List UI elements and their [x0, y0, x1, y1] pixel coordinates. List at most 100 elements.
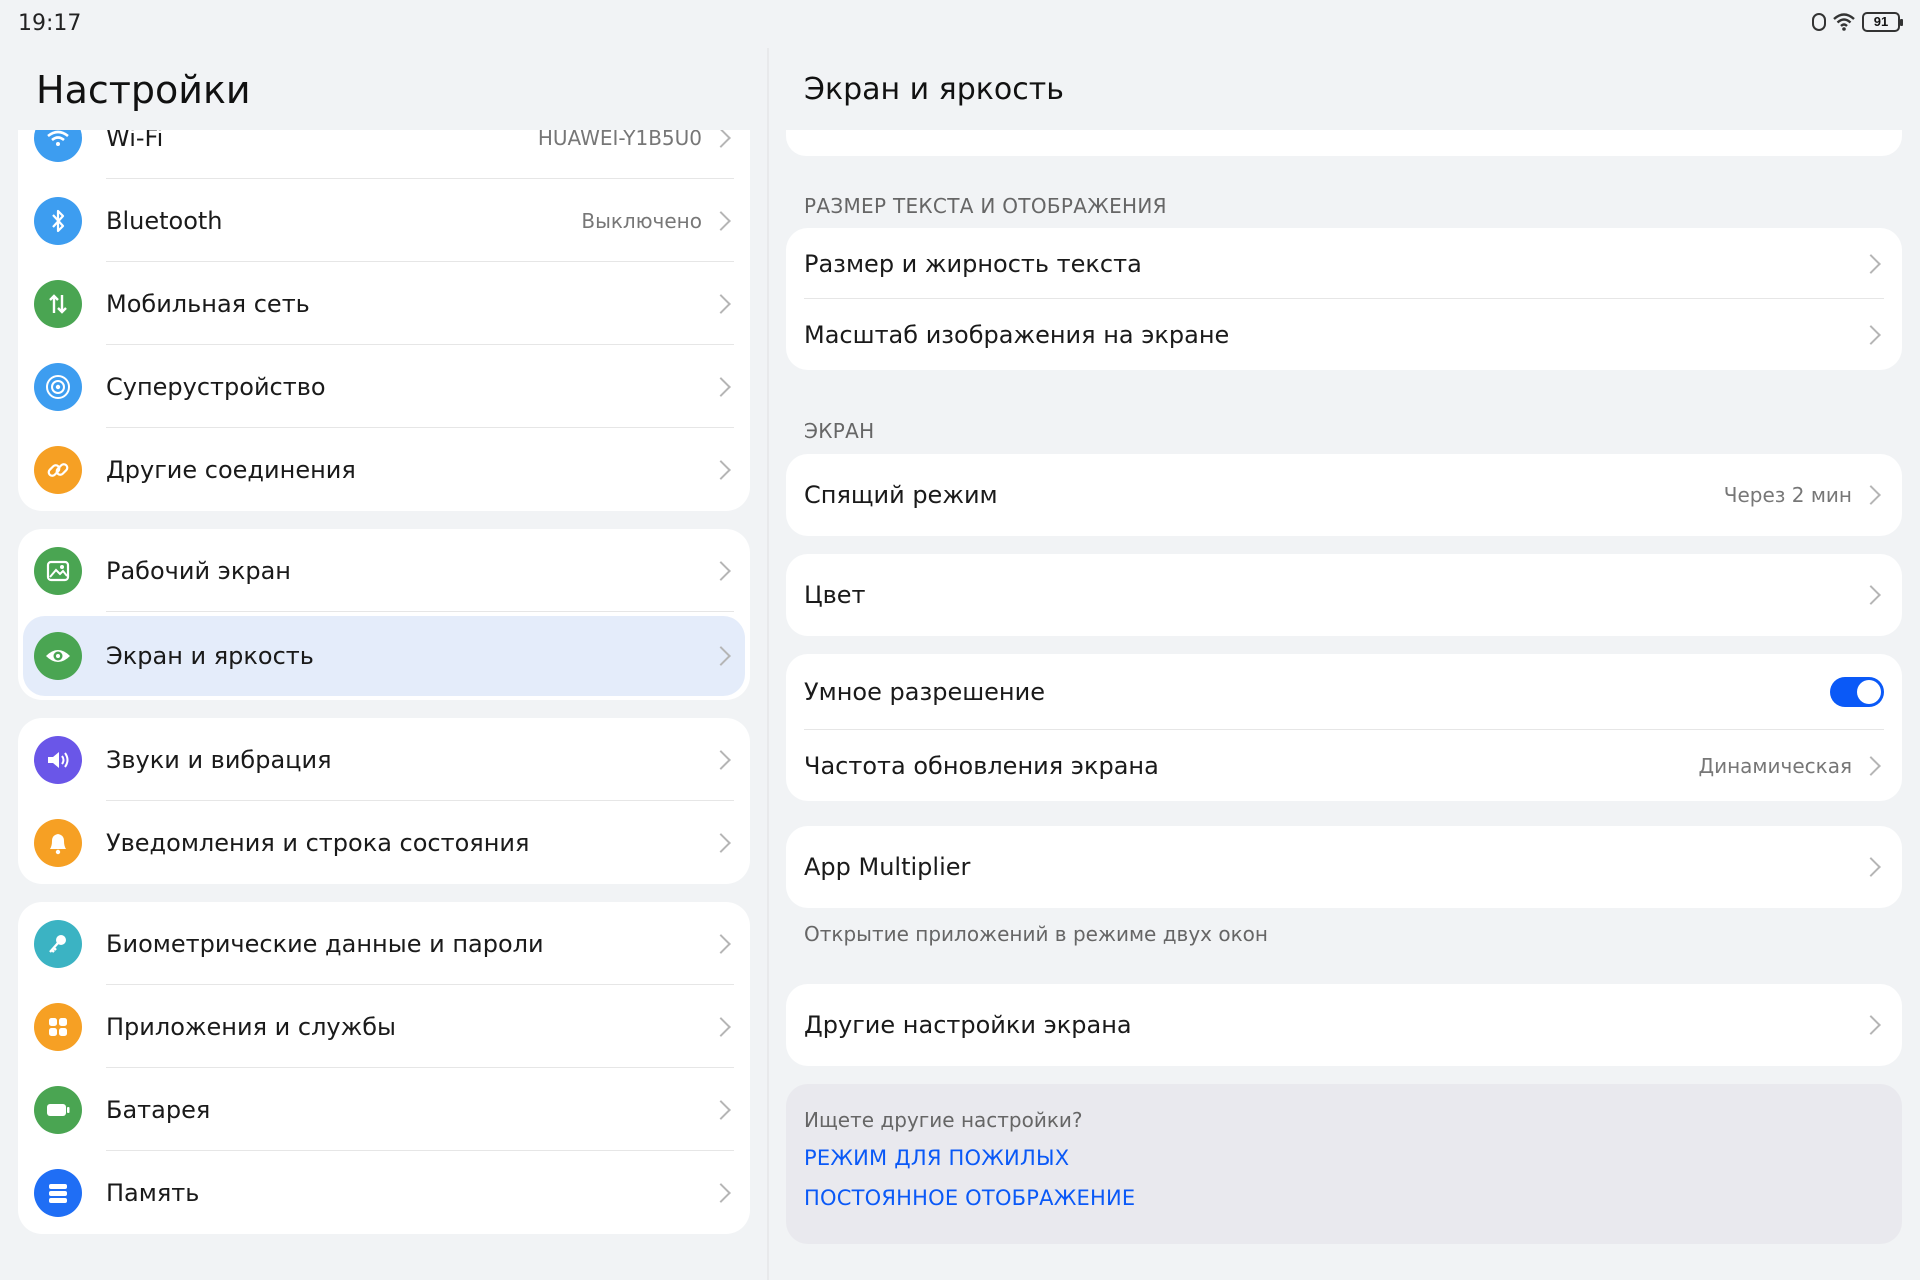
color-label: Цвет	[804, 581, 866, 609]
sidebar-item-label: Bluetooth	[106, 206, 223, 235]
sidebar-item-value: Выключено	[581, 208, 702, 233]
resolution-card: Умное разрешение Частота обновления экра…	[786, 654, 1902, 801]
pane-divider	[767, 48, 769, 1280]
bell-icon	[34, 818, 82, 867]
chevron-right-icon	[1861, 324, 1881, 345]
super-device-icon	[34, 362, 82, 411]
color-card: Цвет	[786, 554, 1902, 636]
smart-resolution-toggle[interactable]	[1830, 677, 1884, 707]
sidebar-item-wifi[interactable]: Wi-Fi HUAWEI-Y1B5U0	[18, 130, 750, 179]
display-scale-label: Масштаб изображения на экране	[804, 320, 1230, 349]
display-scale-row[interactable]: Масштаб изображения на экране	[786, 299, 1902, 370]
status-time: 19:17	[18, 11, 82, 36]
sidebar-item-sound[interactable]: Звуки и вибрация	[18, 718, 750, 801]
other-display-settings-label: Другие настройки экрана	[804, 1011, 1132, 1039]
chevron-right-icon	[711, 1099, 731, 1120]
wallpaper-icon	[34, 546, 82, 595]
app-multiplier-label: App Multiplier	[804, 853, 971, 881]
settings-group: Звуки и вибрация Уведомления и строка сос…	[18, 718, 750, 884]
chevron-right-icon	[1861, 1015, 1881, 1035]
sidebar-item-label: Wi-Fi	[106, 130, 164, 152]
color-row[interactable]: Цвет	[786, 554, 1902, 636]
sidebar-item-key[interactable]: Биометрические данные и пароли	[18, 902, 750, 985]
sidebar-item-label: Биометрические данные и пароли	[106, 929, 544, 958]
other-display-settings-row[interactable]: Другие настройки экрана	[786, 984, 1902, 1066]
sidebar-item-label: Экран и яркость	[106, 642, 314, 670]
sidebar-item-bluetooth[interactable]: Bluetooth Выключено	[18, 179, 750, 262]
sleep-card: Спящий режим Через 2 мин	[786, 454, 1902, 536]
sidebar-item-label: Другие соединения	[106, 455, 356, 484]
chevron-right-icon	[711, 560, 731, 581]
section-header-screen: ЭКРАН	[804, 419, 875, 443]
text-size-weight-row[interactable]: Размер и жирность текста	[786, 228, 1902, 299]
always-on-display-link[interactable]: ПОСТОЯННОЕ ОТОБРАЖЕНИЕ	[804, 1186, 1135, 1210]
refresh-rate-row[interactable]: Частота обновления экрана Динамическая	[786, 730, 1902, 801]
chevron-right-icon	[711, 376, 731, 397]
chevron-right-icon	[711, 459, 731, 480]
sleep-mode-row[interactable]: Спящий режим Через 2 мин	[786, 454, 1902, 536]
sleep-mode-label: Спящий режим	[804, 481, 998, 509]
sidebar-item-bell[interactable]: Уведомления и строка состояния	[18, 801, 750, 884]
chevron-right-icon	[711, 749, 731, 770]
battery-setting-icon	[34, 1085, 82, 1134]
sidebar-item-mobile-network[interactable]: Мобильная сеть	[18, 262, 750, 345]
chevron-right-icon	[1861, 585, 1881, 605]
sidebar-item-storage[interactable]: Память	[18, 1151, 750, 1234]
wifi-signal-icon	[1832, 13, 1856, 31]
nfc-icon	[1812, 13, 1826, 31]
chevron-right-icon	[1861, 857, 1881, 877]
sidebar-item-label: Батарея	[106, 1095, 211, 1124]
app-multiplier-caption: Открытие приложений в режиме двух окон	[804, 922, 1268, 946]
app-multiplier-row[interactable]: App Multiplier	[786, 826, 1902, 908]
settings-list-pane: Настройки Wi-Fi HUAWEI-Y1B5U0 Bluetooth Вык…	[0, 48, 768, 1280]
battery-icon: 91	[1862, 12, 1903, 32]
scrolled-card-edge	[786, 130, 1902, 156]
sidebar-item-label: Память	[106, 1178, 200, 1207]
refresh-rate-label: Частота обновления экрана	[804, 751, 1159, 780]
chevron-right-icon	[711, 1182, 731, 1203]
sidebar-item-link[interactable]: Другие соединения	[18, 428, 750, 511]
sleep-mode-value: Через 2 мин	[1723, 483, 1852, 507]
suggestions-prompt: Ищете другие настройки?	[804, 1108, 1083, 1132]
wifi-icon	[34, 130, 82, 162]
smart-resolution-row[interactable]: Умное разрешение	[786, 654, 1902, 730]
text-display-card: Размер и жирность текста Масштаб изображ…	[786, 228, 1902, 370]
chevron-right-icon	[1861, 485, 1881, 505]
sidebar-item-label: Звуки и вибрация	[106, 745, 332, 774]
chevron-right-icon	[1861, 253, 1881, 274]
settings-title: Настройки	[36, 68, 251, 112]
app-multiplier-card: App Multiplier	[786, 826, 1902, 908]
sidebar-item-label: Рабочий экран	[106, 556, 291, 585]
sidebar-item-super-device[interactable]: Суперустройство	[18, 345, 750, 428]
chevron-right-icon	[711, 832, 731, 853]
smart-resolution-label: Умное разрешение	[804, 678, 1045, 706]
text-size-weight-label: Размер и жирность текста	[804, 249, 1142, 278]
storage-icon	[34, 1168, 82, 1217]
settings-group: Wi-Fi HUAWEI-Y1B5U0 Bluetooth Выключено Моби…	[18, 130, 750, 511]
settings-group: Рабочий экран Экран и яркость	[18, 529, 750, 700]
sidebar-item-apps[interactable]: Приложения и службы	[18, 985, 750, 1068]
sidebar-item-value: HUAWEI-Y1B5U0	[537, 130, 702, 150]
chevron-right-icon	[711, 1016, 731, 1037]
sidebar-item-wallpaper[interactable]: Рабочий экран	[18, 529, 750, 612]
bluetooth-icon	[34, 196, 82, 245]
chevron-right-icon	[711, 210, 731, 231]
other-settings-card: Другие настройки экрана	[786, 984, 1902, 1066]
settings-group: Биометрические данные и пароли Приложения…	[18, 902, 750, 1234]
sidebar-item-label: Уведомления и строка состояния	[106, 828, 530, 857]
sound-icon	[34, 735, 82, 784]
settings-list[interactable]: Wi-Fi HUAWEI-Y1B5U0 Bluetooth Выключено Моби…	[18, 130, 750, 1280]
chevron-right-icon	[1861, 755, 1881, 776]
eye-icon	[34, 632, 82, 680]
sidebar-item-label: Приложения и службы	[106, 1012, 396, 1041]
refresh-rate-value: Динамическая	[1698, 753, 1852, 778]
sidebar-item-label: Суперустройство	[106, 372, 326, 401]
section-header-text-display: РАЗМЕР ТЕКСТА И ОТОБРАЖЕНИЯ	[804, 194, 1167, 218]
sidebar-item-battery-setting[interactable]: Батарея	[18, 1068, 750, 1151]
elderly-mode-link[interactable]: РЕЖИМ ДЛЯ ПОЖИЛЫХ	[804, 1146, 1069, 1170]
sidebar-item-label: Мобильная сеть	[106, 289, 310, 318]
link-icon	[34, 445, 82, 494]
status-icons: 91	[1812, 12, 1903, 32]
sidebar-item-eye[interactable]: Экран и яркость	[23, 616, 745, 696]
key-icon	[34, 919, 82, 968]
